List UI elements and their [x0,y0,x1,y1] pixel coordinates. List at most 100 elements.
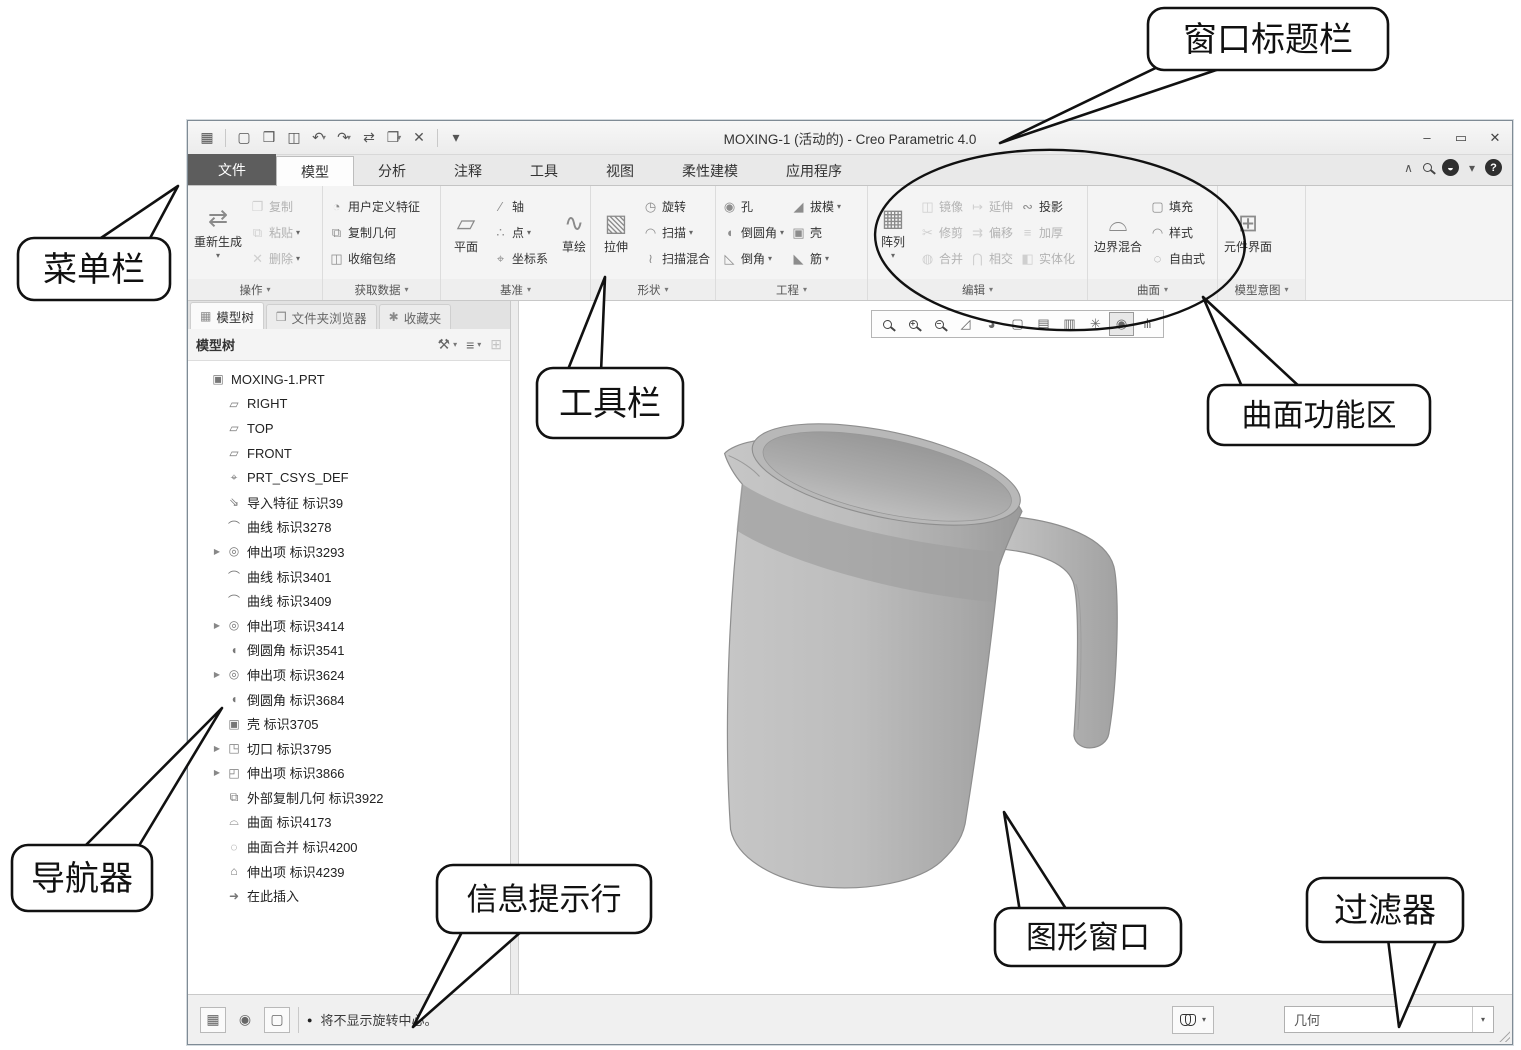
ribbon-group-label-operations[interactable]: 操作 ▾ [188,279,322,300]
tree-item[interactable]: ▶ ◎ 伸出项 标识3293 [194,539,510,564]
redo-button[interactable]: ↷ ▾ [333,127,355,149]
ribbon-group-label-engineering[interactable]: 工程 ▾ [716,279,867,300]
button-datum-1-2[interactable]: ⌖ 坐标系 [490,246,550,271]
search-icon[interactable] [1422,163,1432,172]
button-shapes-0[interactable]: ▧ 拉伸 [594,210,638,256]
tab-annotate[interactable]: 注释 [430,157,506,185]
button-editing-0[interactable]: ▦ 阵列 ▾ [871,205,915,261]
close-window-button[interactable]: ✕ [408,127,430,149]
zoom-in-button[interactable]: + [901,312,926,336]
tab-view[interactable]: 视图 [582,157,658,185]
tree-item[interactable]: ◖ 倒圆角 标识3684 [194,687,510,712]
button-operations-1-1[interactable]: ⧉ 粘贴 ▾ [247,220,302,245]
navigator-tab-model-tree[interactable]: ▦ 模型树 [190,302,264,329]
dropdown-icon[interactable]: ▾ [453,340,457,349]
open-file-button[interactable]: ❒ [258,127,280,149]
tree-item[interactable]: ▶ ◰ 伸出项 标识3866 [194,761,510,786]
tree-item[interactable]: ▣ MOXING-1.PRT [194,367,510,392]
button-datum-0[interactable]: ▱ 平面 [444,210,488,256]
button-engineering-1-2[interactable]: ◣ 筋 ▾ [788,246,843,271]
ribbon-group-label-surfaces[interactable]: 曲面 ▾ [1088,279,1217,300]
tree-item[interactable]: ➜ 在此插入 [194,883,510,908]
button-editing-2-1[interactable]: ⇉ 偏移 [967,220,1015,245]
panel-splitter[interactable] [511,301,519,994]
tree-item[interactable]: ⌖ PRT_CSYS_DEF [194,465,510,490]
tree-item[interactable]: ⌒ 曲线 标识3409 [194,588,510,613]
tab-file[interactable]: 文件 [188,154,276,185]
undo-dropdown-icon[interactable]: ▾ [322,133,326,142]
button-editing-3-0[interactable]: ∾ 投影 [1017,194,1077,219]
windows-button[interactable]: ❐ ▾ [383,127,405,149]
dropdown-icon[interactable]: ▾ [296,254,300,263]
tree-item[interactable]: ▣ 壳 标识3705 [194,711,510,736]
button-engineering-0-2[interactable]: ◺ 倒角 ▾ [719,246,786,271]
tree-item[interactable]: ⌒ 曲线 标识3401 [194,564,510,589]
ribbon-group-label-model-intent[interactable]: 模型意图 ▾ [1218,279,1305,300]
button-get-data-0-0[interactable]: ◔ 用户定义特征 [326,194,422,219]
close-button[interactable]: ✕ [1486,130,1504,146]
tree-item[interactable]: ▶ ◳ 切口 标识3795 [194,736,510,761]
rotation-center-button[interactable]: ⋔ [1135,312,1160,336]
customize-toolbar-button[interactable]: ▾ [445,127,467,149]
app-menu-button[interactable]: ▦ [196,127,218,149]
tree-tools-button[interactable]: ⚒ ▾ [438,336,458,353]
dropdown-icon[interactable]: ▾ [780,228,784,237]
tree-item[interactable]: ▶ ◎ 伸出项 标识3624 [194,662,510,687]
expand-arrow-icon[interactable]: ▶ [210,670,224,679]
tree-item[interactable]: ▶ ◎ 伸出项 标识3414 [194,613,510,638]
dropdown-icon[interactable]: ▾ [768,254,772,263]
saved-orientations-button[interactable]: ▥ [1057,312,1082,336]
shading-button[interactable]: ◕ [979,312,1004,336]
refit-button[interactable] [875,312,900,336]
button-engineering-0-0[interactable]: ◉ 孔 [719,194,786,219]
find-button[interactable]: ▾ [1171,1005,1214,1034]
expand-arrow-icon[interactable]: ▶ [210,621,224,630]
button-engineering-1-0[interactable]: ◢ 拔模 ▾ [788,194,843,219]
dropdown-icon[interactable]: ▾ [891,251,895,260]
new-file-button[interactable]: ▢ [233,127,255,149]
tree-item[interactable]: ⌓ 曲面 标识4173 [194,810,510,835]
zoom-out-button[interactable]: − [927,312,952,336]
button-datum-1-1[interactable]: ∴ 点 ▾ [490,220,550,245]
navigator-tab-favorites[interactable]: ✱ 收藏夹 [378,304,452,329]
button-shapes-1-0[interactable]: ◷ 旋转 [640,194,712,219]
button-engineering-0-1[interactable]: ◖ 倒圆角 ▾ [719,220,786,245]
button-editing-3-2[interactable]: ◧ 实体化 [1017,246,1077,271]
tab-applications[interactable]: 应用程序 [762,157,866,185]
tree-item[interactable]: ⌒ 曲线 标识3278 [194,515,510,540]
account-icon[interactable]: ◒ [1441,159,1459,176]
windows-dropdown-icon[interactable]: ▾ [397,133,401,142]
help-icon[interactable]: ? [1485,159,1502,176]
find-dropdown-icon[interactable]: ▾ [1202,1015,1206,1024]
button-get-data-0-1[interactable]: ⧉ 复制几何 [326,220,422,245]
button-editing-3-1[interactable]: ≡ 加厚 [1017,220,1077,245]
button-editing-1-1[interactable]: ✂ 修剪 [917,220,965,245]
button-operations-1-0[interactable]: ❐ 复制 [247,194,302,219]
graphics-window[interactable]: + − ◿ ◕ ▢ ▤ ▥ ✳ ◉ ⋔ [519,301,1512,994]
undo-button[interactable]: ↶ ▾ [308,127,330,149]
dropdown-icon[interactable]: ▾ [296,228,300,237]
dropdown-icon[interactable]: ▾ [689,228,693,237]
sections-button[interactable]: ▤ [1031,312,1056,336]
navigator-toggle-button[interactable]: ▦ [200,1006,226,1033]
regenerate-button[interactable]: ⇄ [358,127,380,149]
expand-arrow-icon[interactable]: ▶ [210,547,224,556]
dropdown-icon[interactable]: ▾ [825,254,829,263]
ribbon-group-label-editing[interactable]: 编辑 ▾ [868,279,1087,300]
tree-item[interactable]: ⧉ 外部复制几何 标识3922 [194,785,510,810]
redo-dropdown-icon[interactable]: ▾ [347,133,351,142]
navigator-tab-folder-browser[interactable]: ❒ 文件夹浏览器 [265,304,377,329]
resize-grip[interactable] [1499,1031,1510,1042]
tree-item[interactable]: ▱ TOP [194,416,510,441]
button-editing-1-2[interactable]: ◍ 合并 [917,246,965,271]
button-surfaces-1-2[interactable]: ◌ 自由式 [1147,246,1207,271]
tree-item[interactable]: ⇘ 导入特征 标识39 [194,490,510,515]
filter-dropdown-icon[interactable]: ▾ [1472,1007,1493,1032]
button-shapes-1-2[interactable]: ≀ 扫描混合 [640,246,712,271]
button-shapes-1-1[interactable]: ◠ 扫描 ▾ [640,220,712,245]
tree-link-button[interactable]: ⊞ [490,336,502,353]
tree-item[interactable]: ⌂ 伸出项 标识4239 [194,859,510,884]
button-editing-2-0[interactable]: ↦ 延伸 [967,194,1015,219]
tab-flexible-modeling[interactable]: 柔性建模 [658,157,762,185]
button-surfaces-0[interactable]: ⌓ 边界混合 [1091,210,1145,256]
